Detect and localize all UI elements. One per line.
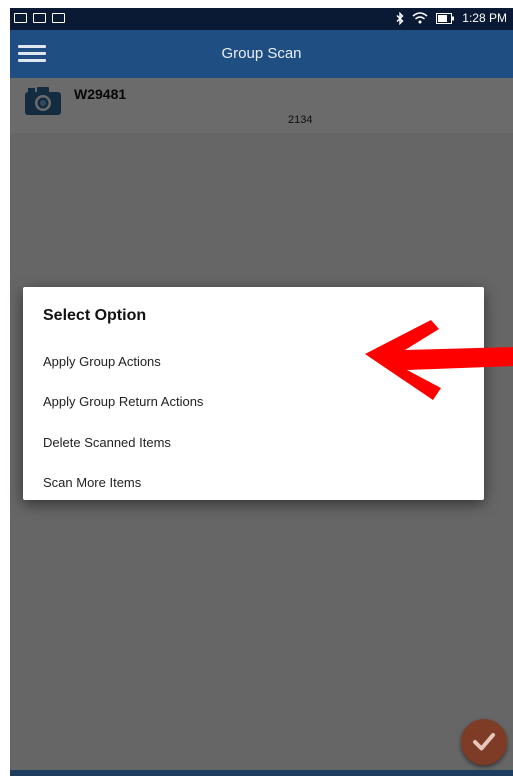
option-scan-more-items[interactable]: Scan More Items	[43, 475, 141, 490]
red-arrow-annotation-icon	[365, 320, 513, 400]
bottom-strip	[10, 770, 513, 776]
page-title: Group Scan	[221, 45, 302, 62]
wifi-icon	[412, 12, 428, 24]
select-option-dialog: Select Option Apply Group Actions Apply …	[23, 287, 513, 500]
option-delete-scanned-items[interactable]: Delete Scanned Items	[43, 435, 171, 450]
dialog-title: Select Option	[43, 307, 147, 324]
option-apply-group-return-actions[interactable]: Apply Group Return Actions	[43, 394, 203, 409]
battery-icon	[436, 12, 455, 24]
status-time: 1:28 PM	[462, 11, 507, 25]
photo-notification-icon	[14, 13, 27, 23]
confirm-fab-button[interactable]	[461, 719, 507, 765]
notification-icons	[14, 13, 65, 23]
check-icon	[473, 733, 495, 751]
bluetooth-icon	[396, 11, 404, 25]
gmail-notification-icon	[52, 13, 65, 23]
option-apply-group-actions[interactable]: Apply Group Actions	[43, 354, 161, 369]
app-bar: Group Scan	[10, 30, 513, 78]
status-bar: 1:28 PM	[10, 8, 513, 30]
mail-notification-icon	[33, 13, 46, 23]
